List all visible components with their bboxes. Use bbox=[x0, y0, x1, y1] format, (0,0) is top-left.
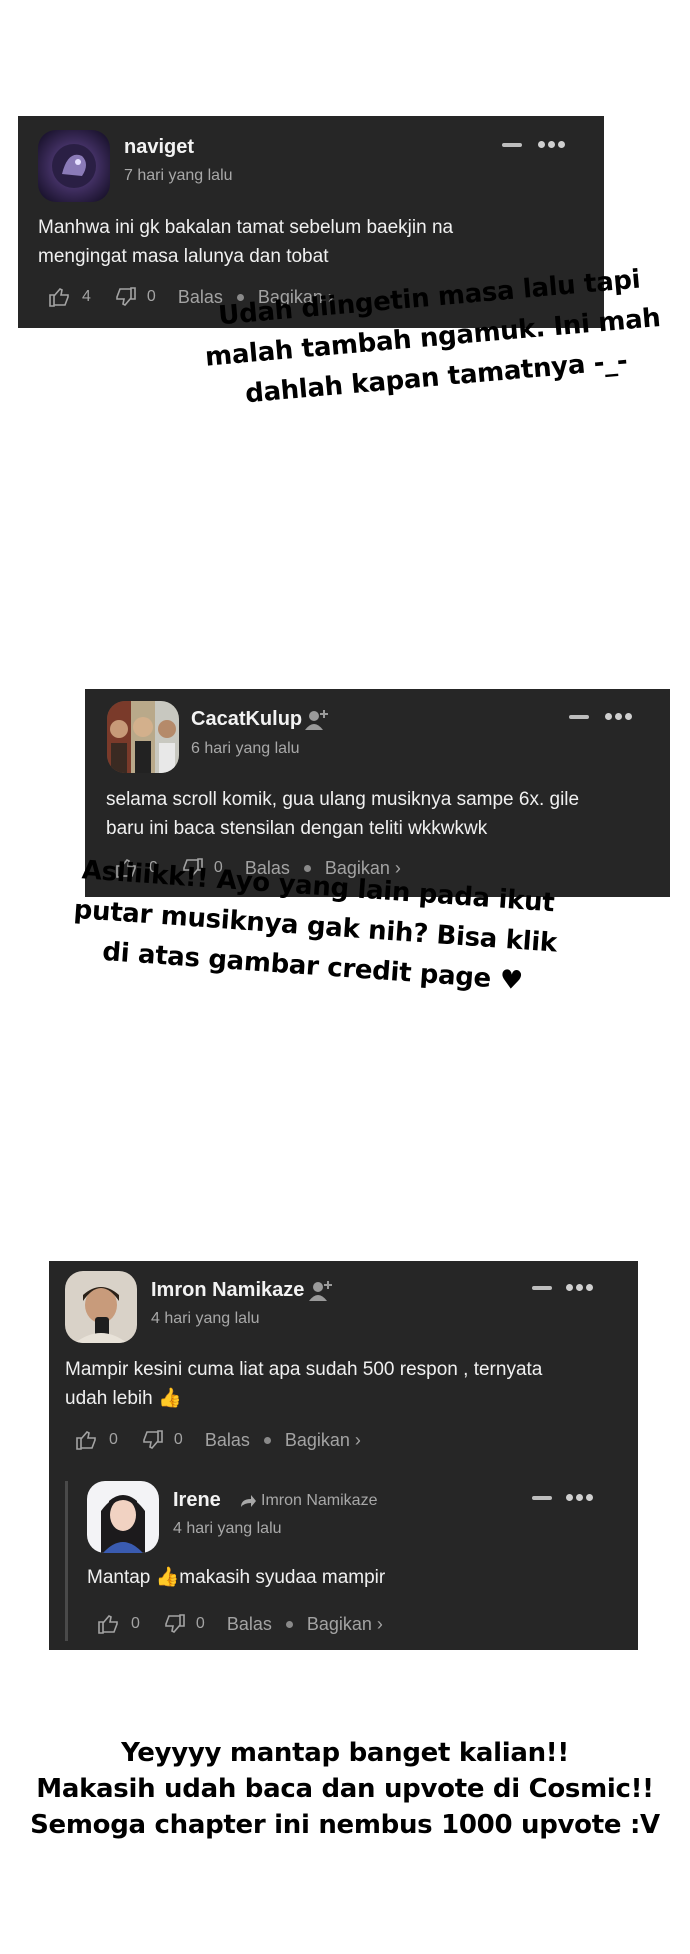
dislike-icon[interactable] bbox=[140, 1428, 164, 1452]
like-count: 4 bbox=[82, 288, 91, 305]
dislike-icon[interactable] bbox=[162, 1612, 186, 1636]
username[interactable]: Imron Namikaze bbox=[151, 1279, 304, 1302]
comment-card-imron: Imron Namikaze 4 hari yang lalu Mampir k… bbox=[49, 1261, 638, 1650]
comment-line: udah lebih 👍 bbox=[65, 1388, 182, 1409]
like-count: 0 bbox=[109, 1431, 118, 1448]
more-options-icon[interactable] bbox=[566, 1284, 594, 1292]
reply-username[interactable]: Irene bbox=[173, 1489, 221, 1512]
like-count: 0 bbox=[131, 1615, 140, 1632]
reply-button[interactable]: Balas bbox=[205, 1430, 250, 1451]
avatar[interactable] bbox=[107, 701, 179, 773]
closing-line: Semoga chapter ini nembus 1000 upvote :V bbox=[30, 1810, 660, 1840]
comment-line: mengingat masa lalunya dan tobat bbox=[38, 246, 329, 267]
comment-line: baru ini baca stensilan dengan teliti wk… bbox=[106, 818, 488, 839]
more-options-icon[interactable] bbox=[538, 141, 566, 149]
avatar[interactable] bbox=[38, 130, 110, 202]
reply-body: Mantap 👍makasih syudaa mampir bbox=[87, 1567, 386, 1588]
username[interactable]: CacatKulup bbox=[191, 708, 302, 731]
collapse-icon[interactable] bbox=[532, 1496, 552, 1500]
closing-line: Makasih udah baca dan upvote di Cosmic!! bbox=[36, 1774, 654, 1804]
dislike-icon[interactable] bbox=[113, 285, 137, 309]
avatar-image-icon bbox=[87, 1481, 159, 1553]
reply-actions: 0 0 Balas Bagikan › bbox=[97, 1609, 383, 1639]
collapse-icon[interactable] bbox=[532, 1286, 552, 1290]
comment-body: selama scroll komik, gua ulang musiknya … bbox=[106, 785, 579, 843]
dislike-count: 0 bbox=[146, 288, 156, 305]
reply-button[interactable]: Balas bbox=[227, 1614, 272, 1635]
more-options-icon[interactable] bbox=[566, 1494, 594, 1502]
closing-message: Yeyyyy mantap banget kalian!! Makasih ud… bbox=[0, 1735, 690, 1843]
follow-user-icon[interactable] bbox=[309, 1279, 333, 1301]
heart-icon: ♥ bbox=[498, 964, 524, 997]
more-options-icon[interactable] bbox=[605, 713, 633, 721]
comment-body: Manhwa ini gk bakalan tamat sebelum baek… bbox=[38, 213, 453, 271]
username[interactable]: naviget bbox=[124, 136, 194, 159]
like-icon[interactable] bbox=[75, 1428, 99, 1452]
share-button[interactable]: Bagikan › bbox=[285, 1430, 361, 1451]
dislike-count: 0 bbox=[195, 1615, 205, 1632]
share-button[interactable]: Bagikan › bbox=[307, 1614, 383, 1635]
avatar-image-icon bbox=[65, 1271, 137, 1343]
comment-line: Mampir kesini cuma liat apa sudah 500 re… bbox=[65, 1359, 543, 1380]
avatar-image-icon bbox=[38, 130, 110, 202]
reply-thread-line bbox=[65, 1481, 68, 1641]
closing-line: Yeyyyy mantap banget kalian!! bbox=[121, 1738, 569, 1768]
like-icon[interactable] bbox=[97, 1612, 121, 1636]
timestamp: 4 hari yang lalu bbox=[173, 1520, 282, 1537]
timestamp: 4 hari yang lalu bbox=[151, 1310, 260, 1327]
comment-line: selama scroll komik, gua ulang musiknya … bbox=[106, 789, 580, 810]
avatar[interactable] bbox=[65, 1271, 137, 1343]
avatar-image-icon bbox=[107, 701, 179, 773]
reply-to-indicator[interactable]: Imron Namikaze bbox=[239, 1492, 377, 1510]
collapse-icon[interactable] bbox=[569, 715, 589, 719]
dislike-count: 0 bbox=[173, 1431, 183, 1448]
timestamp: 7 hari yang lalu bbox=[124, 167, 233, 184]
comment-actions: 0 0 Balas Bagikan › bbox=[75, 1425, 361, 1455]
reply-arrow-icon bbox=[241, 1495, 256, 1507]
like-icon[interactable] bbox=[48, 285, 72, 309]
reply-to-name: Imron Namikaze bbox=[261, 1492, 378, 1509]
follow-user-icon[interactable] bbox=[305, 708, 329, 730]
comment-body: Mampir kesini cuma liat apa sudah 500 re… bbox=[65, 1355, 542, 1413]
comment-line: Manhwa ini gk bakalan tamat sebelum baek… bbox=[38, 217, 454, 238]
collapse-icon[interactable] bbox=[502, 143, 522, 147]
reply-avatar[interactable] bbox=[87, 1481, 159, 1553]
timestamp: 6 hari yang lalu bbox=[191, 740, 300, 757]
